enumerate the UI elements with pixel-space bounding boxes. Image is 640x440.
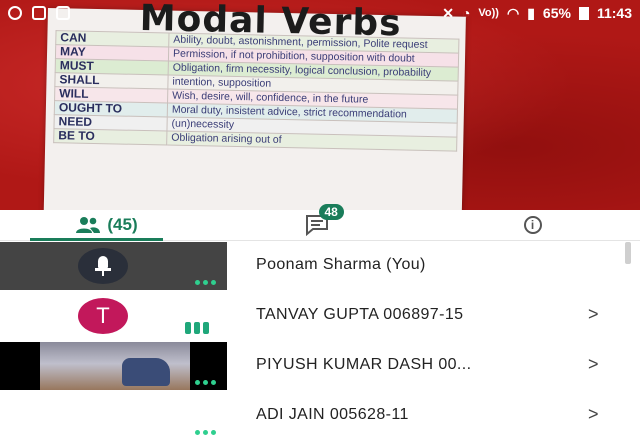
chevron-right-icon[interactable]: > <box>588 354 599 375</box>
info-icon: i <box>523 216 542 234</box>
speaking-indicator-icon <box>185 322 209 334</box>
participant-row[interactable]: T TANVAY GUPTA 006897-15 > <box>0 292 640 340</box>
chevron-right-icon[interactable]: > <box>588 404 599 425</box>
tab-people[interactable]: (45) <box>0 210 213 241</box>
participant-row[interactable]: A ADI JAIN 005628-11 > <box>0 392 640 440</box>
participant-tile: T <box>0 292 227 340</box>
gallery-icon <box>32 6 46 20</box>
chat-unread-badge: 48 <box>318 204 344 220</box>
avatar: A <box>95 403 111 428</box>
participant-name: PIYUSH KUMAR DASH 00... <box>256 356 472 373</box>
meeting-tabs: (45) 48 i <box>0 204 640 241</box>
mute-icon: ✕ <box>442 4 454 21</box>
battery-icon <box>578 6 589 20</box>
participant-row[interactable]: Poonam Sharma (You) <box>0 242 640 290</box>
participant-list[interactable]: Poonam Sharma (You) T TANVAY GUPTA 00689… <box>0 240 640 440</box>
whatsapp-icon <box>8 6 22 20</box>
people-icon <box>76 217 101 233</box>
avatar <box>78 248 128 284</box>
clock: 11:43 <box>596 5 632 21</box>
more-options-icon[interactable] <box>195 280 216 285</box>
message-icon <box>56 6 70 20</box>
webcam-feed <box>40 342 190 390</box>
signal-icon: ▮ <box>527 4 535 21</box>
wifi-icon: ◠ <box>506 4 520 21</box>
status-bar: ✕ ◔ Vo)) ◠ ▮ 65% 11:43 <box>0 0 640 26</box>
alarm-icon: ◔ <box>461 5 471 21</box>
participant-tile: A <box>0 392 227 440</box>
list-scrollbar[interactable] <box>625 242 631 264</box>
participant-video-tile <box>0 342 227 390</box>
person-figure <box>122 358 170 386</box>
battery-percent: 65% <box>542 5 571 21</box>
participant-tile <box>0 242 227 290</box>
more-options-icon[interactable] <box>195 380 216 385</box>
shared-screen-video[interactable]: Modal Verbs CAN Ability, doubt, astonishm… <box>0 0 640 210</box>
tab-info[interactable]: i <box>426 210 639 240</box>
participant-name: Poonam Sharma (You) <box>256 256 426 273</box>
chevron-right-icon[interactable]: > <box>588 304 599 325</box>
people-count: (45) <box>107 215 138 234</box>
modal-verbs-table: CAN Ability, doubt, astonishment, permiss… <box>53 30 459 152</box>
pin-icon <box>93 256 113 276</box>
more-options-icon[interactable] <box>195 430 216 435</box>
participant-name: ADI JAIN 005628-11 <box>256 406 409 423</box>
participant-name: TANVAY GUPTA 006897-15 <box>256 306 464 323</box>
tab-chat[interactable]: 48 <box>213 204 426 240</box>
avatar: T <box>78 298 128 334</box>
shared-document: Modal Verbs CAN Ability, doubt, astonishm… <box>43 0 466 210</box>
volte-label: Vo)) <box>478 7 499 19</box>
verb-cell: BE TO <box>53 128 167 146</box>
participant-row[interactable]: PIYUSH KUMAR DASH 00... > <box>0 342 640 390</box>
